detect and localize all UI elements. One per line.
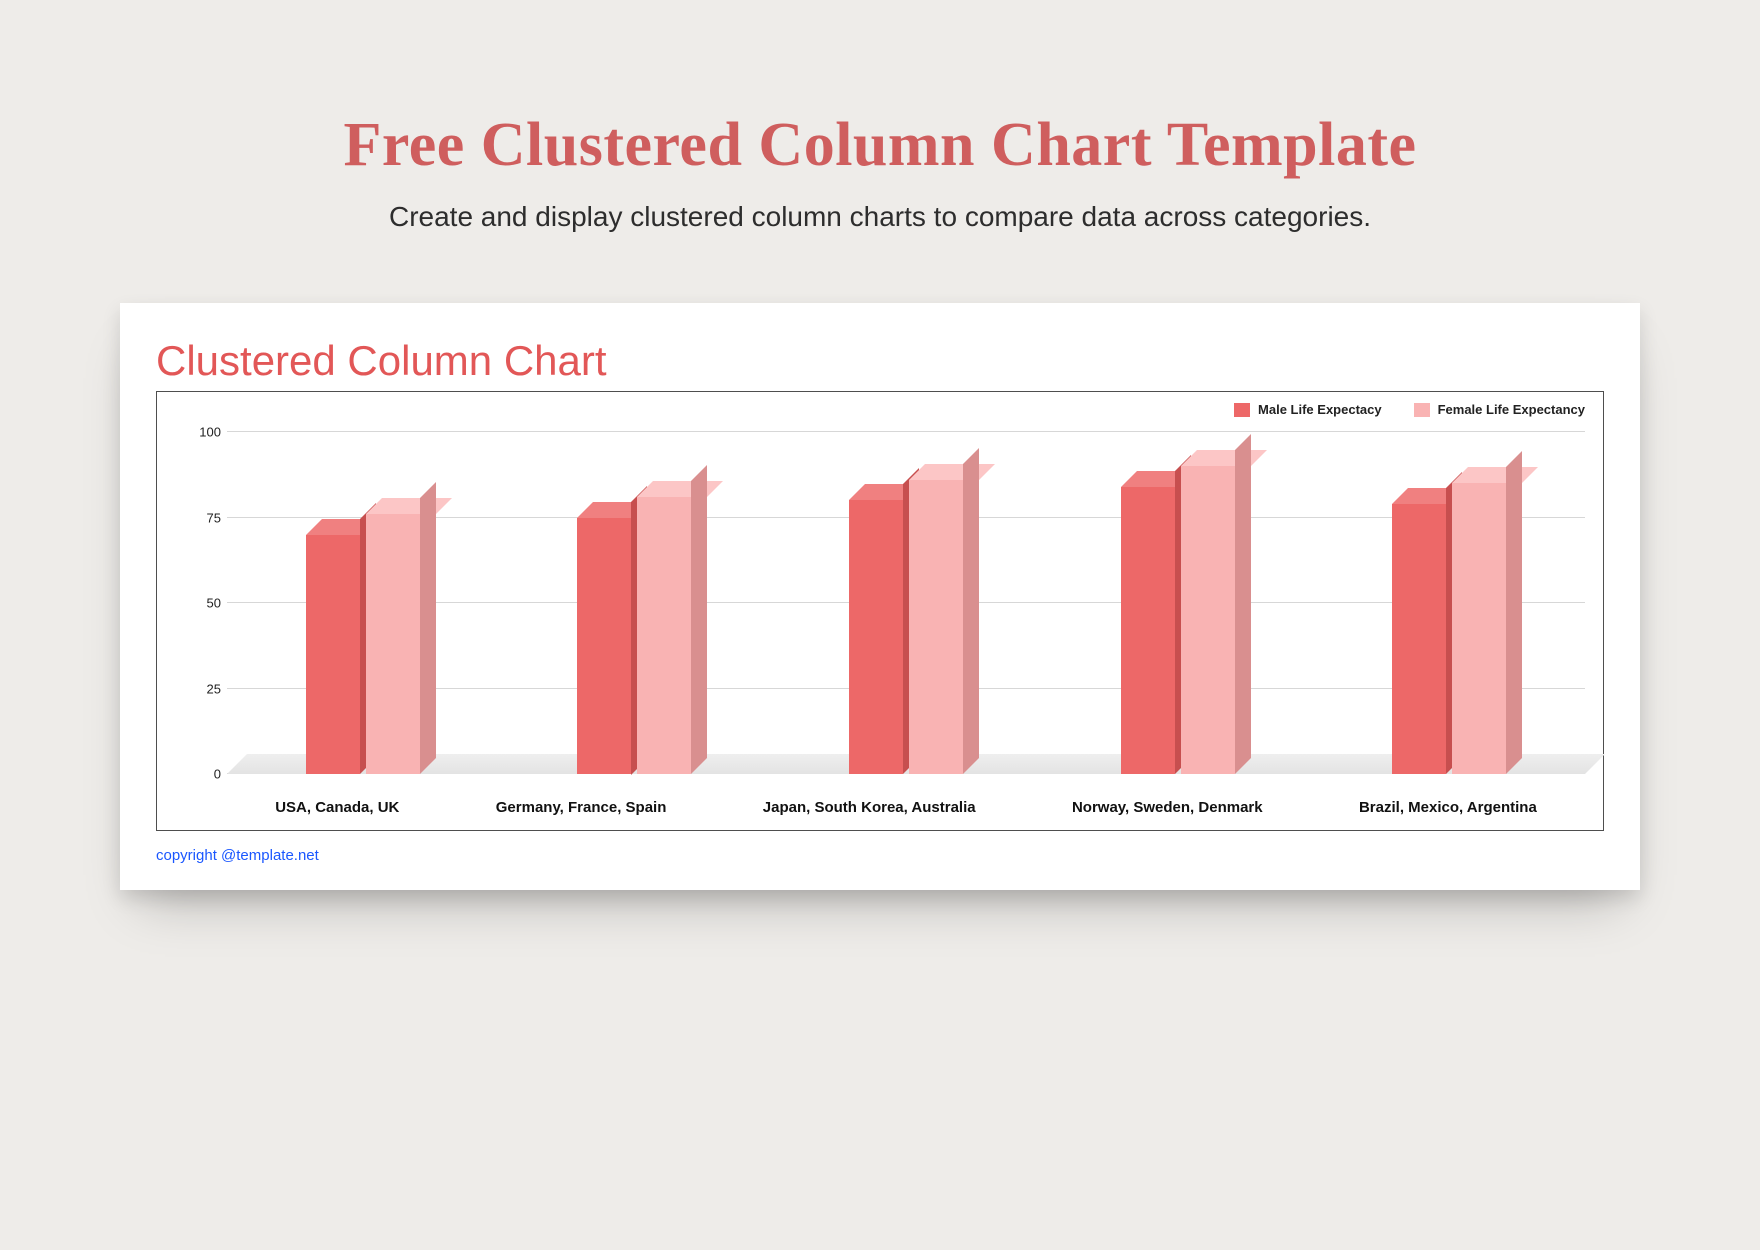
bar-top-face bbox=[366, 498, 452, 514]
y-tick-label: 75 bbox=[207, 510, 221, 525]
bar-female bbox=[637, 497, 691, 774]
bar-top-face bbox=[1452, 467, 1538, 483]
bar-male bbox=[577, 518, 631, 775]
y-tick-label: 25 bbox=[207, 681, 221, 696]
bar-top-face bbox=[909, 464, 995, 480]
copyright-text: copyright @template.net bbox=[156, 847, 1604, 864]
bar-front-face bbox=[577, 518, 631, 775]
bar-female bbox=[909, 480, 963, 774]
bar-side-face bbox=[691, 465, 707, 774]
chart-legend: Male Life Expectacy Female Life Expectan… bbox=[1234, 402, 1585, 417]
x-tick-label: Germany, France, Spain bbox=[496, 799, 667, 816]
bar-cluster bbox=[574, 497, 694, 774]
chart-plot-box: Male Life Expectacy Female Life Expectan… bbox=[156, 391, 1604, 831]
bar-cluster bbox=[303, 514, 423, 774]
bar-cluster bbox=[1389, 483, 1509, 774]
bar-front-face bbox=[849, 500, 903, 774]
bar-front-face bbox=[1392, 504, 1446, 774]
page-title: Free Clustered Column Chart Template bbox=[0, 110, 1760, 181]
x-axis-labels: USA, Canada, UK Germany, France, Spain Jap… bbox=[227, 799, 1585, 816]
bar-female bbox=[1181, 466, 1235, 774]
bar-male bbox=[1121, 487, 1175, 774]
legend-swatch-male bbox=[1234, 403, 1250, 417]
legend-item-female: Female Life Expectancy bbox=[1414, 402, 1585, 417]
bar-side-face bbox=[963, 448, 979, 774]
legend-label-male: Male Life Expectacy bbox=[1258, 402, 1382, 417]
legend-swatch-female bbox=[1414, 403, 1430, 417]
x-tick-label: Brazil, Mexico, Argentina bbox=[1359, 799, 1537, 816]
y-tick-label: 100 bbox=[199, 425, 221, 440]
bar-male bbox=[1392, 504, 1446, 774]
bar-front-face bbox=[1181, 466, 1235, 774]
x-tick-label: USA, Canada, UK bbox=[275, 799, 399, 816]
y-tick-label: 0 bbox=[214, 767, 221, 782]
bar-female bbox=[366, 514, 420, 774]
bar-front-face bbox=[1121, 487, 1175, 774]
x-tick-label: Norway, Sweden, Denmark bbox=[1072, 799, 1263, 816]
gridline bbox=[227, 431, 1585, 432]
bar-cluster bbox=[846, 480, 966, 774]
legend-label-female: Female Life Expectancy bbox=[1438, 402, 1585, 417]
bar-side-face bbox=[1235, 434, 1251, 774]
bar-male bbox=[306, 535, 360, 774]
x-tick-label: Japan, South Korea, Australia bbox=[763, 799, 976, 816]
legend-item-male: Male Life Expectacy bbox=[1234, 402, 1382, 417]
chart-title: Clustered Column Chart bbox=[156, 337, 1604, 385]
bar-front-face bbox=[306, 535, 360, 774]
bar-front-face bbox=[1452, 483, 1506, 774]
bar-clusters bbox=[227, 434, 1585, 774]
bar-male bbox=[849, 500, 903, 774]
page-subtitle: Create and display clustered column char… bbox=[0, 201, 1760, 233]
bar-cluster bbox=[1118, 466, 1238, 774]
bar-female bbox=[1452, 483, 1506, 774]
bar-side-face bbox=[1506, 451, 1522, 774]
y-axis: 0255075100 bbox=[187, 434, 227, 774]
plot-area: 0255075100 bbox=[227, 434, 1585, 774]
bar-top-face bbox=[637, 481, 723, 497]
y-tick-label: 50 bbox=[207, 596, 221, 611]
bar-top-face bbox=[1181, 450, 1267, 466]
chart-card: Clustered Column Chart Male Life Expecta… bbox=[120, 303, 1640, 890]
bar-front-face bbox=[909, 480, 963, 774]
bar-front-face bbox=[366, 514, 420, 774]
bar-side-face bbox=[420, 482, 436, 774]
bar-front-face bbox=[637, 497, 691, 774]
